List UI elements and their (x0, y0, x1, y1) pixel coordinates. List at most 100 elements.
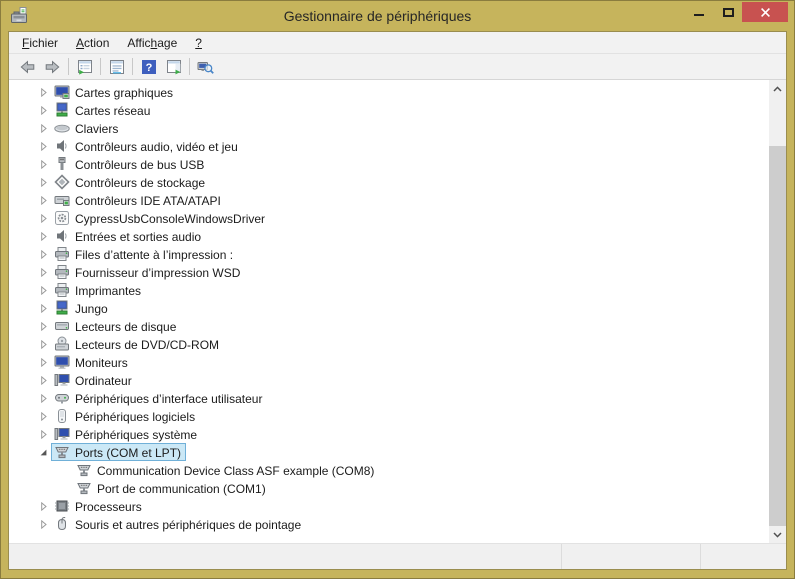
port-icon (75, 462, 92, 478)
console-tree-button[interactable] (72, 56, 97, 78)
tree-item[interactable]: Jungo (9, 299, 769, 317)
tree-item-body[interactable]: Entrées et sorties audio (51, 227, 206, 245)
tree-item-body[interactable]: Moniteurs (51, 353, 133, 371)
tree-item[interactable]: Entrées et sorties audio (9, 227, 769, 245)
tree-item-body[interactable]: Contrôleurs de stockage (51, 173, 210, 191)
collapsed-expander-icon[interactable] (35, 106, 51, 115)
collapsed-expander-icon[interactable] (35, 376, 51, 385)
vertical-scrollbar[interactable] (769, 80, 786, 543)
tree-item-body[interactable]: Imprimantes (51, 281, 146, 299)
close-button[interactable] (742, 2, 788, 22)
tree-item-body[interactable]: Cartes graphiques (51, 83, 178, 101)
scrollbar-up-button[interactable] (769, 80, 786, 97)
tree-item[interactable]: Contrôleurs audio, vidéo et jeu (9, 137, 769, 155)
tree-item-label: Lecteurs de DVD/CD-ROM (75, 337, 219, 352)
tree-item-body[interactable]: CypressUsbConsoleWindowsDriver (51, 209, 270, 227)
tree-item[interactable]: Contrôleurs de bus USB (9, 155, 769, 173)
collapsed-expander-icon[interactable] (35, 88, 51, 97)
printer-icon (53, 282, 70, 298)
collapsed-expander-icon[interactable] (35, 268, 51, 277)
collapsed-expander-icon[interactable] (35, 520, 51, 529)
tree-item-body[interactable]: Contrôleurs audio, vidéo et jeu (51, 137, 243, 155)
tree-item[interactable]: Claviers (9, 119, 769, 137)
collapsed-expander-icon[interactable] (35, 124, 51, 133)
tree-item[interactable]: Fournisseur d’impression WSD (9, 263, 769, 281)
collapsed-expander-icon[interactable] (35, 196, 51, 205)
collapsed-expander-icon[interactable] (35, 142, 51, 151)
tree-item-body[interactable]: Files d’attente à l’impression : (51, 245, 238, 263)
computer-icon (53, 372, 70, 388)
forward-button[interactable] (40, 56, 65, 78)
collapsed-expander-icon[interactable] (35, 286, 51, 295)
menu-item-help[interactable]: ? (186, 33, 211, 53)
properties-button[interactable] (104, 56, 129, 78)
menu-item-action[interactable]: Action (67, 33, 118, 53)
tree-item-label: Contrôleurs de stockage (75, 175, 205, 190)
tree-item[interactable]: Imprimantes (9, 281, 769, 299)
tree-item-body[interactable]: Jungo (51, 299, 113, 317)
tree-item[interactable]: Souris et autres périphériques de pointa… (9, 515, 769, 533)
tree-item-body[interactable]: Claviers (51, 119, 123, 137)
tree-item[interactable]: Communication Device Class ASF example (… (9, 461, 769, 479)
tree-item-body[interactable]: Périphériques système (51, 425, 202, 443)
collapsed-expander-icon[interactable] (35, 160, 51, 169)
tree-item-body[interactable]: Souris et autres périphériques de pointa… (51, 515, 306, 533)
tree-item-body[interactable]: Lecteurs de disque (51, 317, 181, 335)
tree-item[interactable]: Contrôleurs de stockage (9, 173, 769, 191)
collapsed-expander-icon[interactable] (35, 340, 51, 349)
tree-item[interactable]: Périphériques logiciels (9, 407, 769, 425)
tree-item[interactable]: Port de communication (COM1) (9, 479, 769, 497)
tree-item-body[interactable]: Périphériques d’interface utilisateur (51, 389, 267, 407)
collapsed-expander-icon[interactable] (35, 412, 51, 421)
tree-item-body[interactable]: Cartes réseau (51, 101, 155, 119)
scrollbar-down-button[interactable] (769, 526, 786, 543)
tree-item[interactable]: Ports (COM et LPT) (9, 443, 769, 461)
tree-item[interactable]: Ordinateur (9, 371, 769, 389)
tree-item-body[interactable]: Lecteurs de DVD/CD-ROM (51, 335, 224, 353)
collapsed-expander-icon[interactable] (35, 502, 51, 511)
expanded-expander-icon[interactable] (35, 448, 51, 457)
collapsed-expander-icon[interactable] (35, 358, 51, 367)
help-button[interactable]: ? (136, 56, 161, 78)
tree-item-body[interactable]: Périphériques logiciels (51, 407, 200, 425)
tree-item[interactable]: CypressUsbConsoleWindowsDriver (9, 209, 769, 227)
tree-item[interactable]: Cartes graphiques (9, 83, 769, 101)
action-pane-button[interactable] (161, 56, 186, 78)
tree-item-body[interactable]: Communication Device Class ASF example (… (73, 461, 379, 479)
tree-item-body[interactable]: Contrôleurs de bus USB (51, 155, 209, 173)
tree-item[interactable]: Lecteurs de disque (9, 317, 769, 335)
tree-item[interactable]: Lecteurs de DVD/CD-ROM (9, 335, 769, 353)
tree-item-body[interactable]: Ordinateur (51, 371, 137, 389)
menu-item-affichage[interactable]: Affichage (118, 33, 186, 53)
menu-item-fichier[interactable]: Fichier (13, 33, 67, 53)
tree-item-body[interactable]: Processeurs (51, 497, 147, 515)
scrollbar-thumb[interactable] (769, 146, 786, 526)
tree-item[interactable]: Périphériques d’interface utilisateur (9, 389, 769, 407)
collapsed-expander-icon[interactable] (35, 232, 51, 241)
tree-item[interactable]: Files d’attente à l’impression : (9, 245, 769, 263)
tree-item[interactable]: Périphériques système (9, 425, 769, 443)
collapsed-expander-icon[interactable] (35, 214, 51, 223)
scan-hardware-button[interactable] (193, 56, 218, 78)
collapsed-expander-icon[interactable] (35, 304, 51, 313)
tree-item[interactable]: Contrôleurs IDE ATA/ATAPI (9, 191, 769, 209)
ide-icon (53, 192, 70, 208)
collapsed-expander-icon[interactable] (35, 322, 51, 331)
collapsed-expander-icon[interactable] (35, 250, 51, 259)
collapsed-expander-icon[interactable] (35, 430, 51, 439)
title-bar[interactable]: Gestionnaire de périphériques (1, 1, 794, 31)
tree-item-body[interactable]: Fournisseur d’impression WSD (51, 263, 245, 281)
window-title: Gestionnaire de périphériques (61, 1, 694, 31)
maximize-button[interactable] (714, 2, 742, 22)
collapsed-expander-icon[interactable] (35, 394, 51, 403)
tree-item[interactable]: Cartes réseau (9, 101, 769, 119)
collapsed-expander-icon[interactable] (35, 178, 51, 187)
tree-item-body[interactable]: Port de communication (COM1) (73, 479, 271, 497)
tree-item-body[interactable]: Ports (COM et LPT) (51, 443, 186, 461)
tree-item[interactable]: Processeurs (9, 497, 769, 515)
back-button[interactable] (15, 56, 40, 78)
tree-item-body[interactable]: Contrôleurs IDE ATA/ATAPI (51, 191, 226, 209)
tree-item[interactable]: Moniteurs (9, 353, 769, 371)
tree-item-label: Claviers (75, 121, 118, 136)
minimize-button[interactable] (684, 2, 714, 22)
